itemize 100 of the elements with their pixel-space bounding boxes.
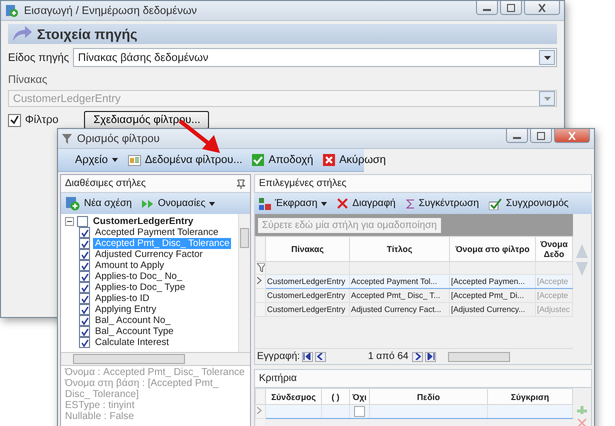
column-header[interactable]: Σύνδεσμος bbox=[266, 388, 322, 404]
checkbox[interactable] bbox=[79, 337, 90, 348]
column-header[interactable]: Όχι bbox=[350, 388, 370, 404]
table-cell: [Adjusted Currency... bbox=[450, 302, 536, 316]
table-cell: CustomerLedgerEntry bbox=[266, 288, 350, 302]
checkbox[interactable] bbox=[79, 326, 90, 337]
arrow-icon bbox=[11, 25, 33, 43]
caret-icon bbox=[544, 56, 550, 60]
collapse-toggle[interactable] bbox=[65, 217, 74, 226]
checkbox[interactable] bbox=[79, 271, 90, 282]
column-header[interactable]: Όνομα στο φίλτρο bbox=[450, 236, 536, 262]
app-icon bbox=[5, 4, 19, 18]
table-cell: Adjusted Currency Fact... bbox=[350, 302, 450, 316]
tree-item[interactable]: Applies-to Doc_ No_ bbox=[93, 271, 184, 282]
file-menu[interactable]: Αρχείο bbox=[72, 154, 121, 166]
field-label: Πίνακας bbox=[8, 74, 48, 86]
funnel-icon bbox=[62, 134, 72, 144]
checkbox[interactable] bbox=[79, 315, 90, 326]
tree-item[interactable]: Accepted Payment Tolerance bbox=[93, 227, 220, 238]
pin-icon[interactable] bbox=[236, 178, 246, 188]
blocks-icon bbox=[259, 198, 271, 210]
column-header[interactable]: Όνομα Δεδο bbox=[536, 236, 572, 262]
maximize-icon bbox=[536, 132, 546, 140]
next-record-button[interactable] bbox=[412, 352, 424, 362]
caret-icon bbox=[544, 96, 550, 100]
filter-checkbox[interactable] bbox=[8, 114, 21, 126]
tree-item[interactable]: CustomerLedgerEntry bbox=[91, 216, 196, 227]
delete-button[interactable]: Διαγραφή bbox=[334, 198, 399, 209]
info-text: Όνομα στη βάση : [Accepted Pmt_ Disc_ Tolerance] bbox=[65, 378, 220, 400]
table-cell: [Adjustec bbox=[536, 302, 572, 316]
table-row[interactable]: CustomerLedgerEntry Adjusted Currency Fact... [Adjusted Currency... [Adjustec bbox=[256, 302, 572, 316]
table-row[interactable]: CustomerLedgerEntry Accepted Pmt_ Disc_ T... [Accepted Pmt_ Di... [Accepte bbox=[256, 288, 572, 302]
checked-box-icon bbox=[488, 198, 502, 210]
maximize-button[interactable] bbox=[530, 129, 552, 143]
not-checkbox[interactable] bbox=[354, 406, 365, 417]
horizontal-scrollbar[interactable] bbox=[61, 353, 250, 365]
column-header[interactable]: Τίτλος bbox=[350, 236, 450, 262]
checkbox[interactable] bbox=[79, 282, 90, 293]
last-record-button[interactable] bbox=[425, 352, 436, 362]
close-button[interactable] bbox=[524, 1, 560, 15]
checkbox-label: Φίλτρο bbox=[25, 114, 58, 126]
close-icon bbox=[323, 154, 336, 166]
column-header[interactable]: Σύγκριση bbox=[488, 388, 572, 404]
caret-icon bbox=[209, 202, 216, 206]
column-header[interactable]: Πίνακας bbox=[266, 236, 350, 262]
first-record-button[interactable] bbox=[302, 352, 313, 362]
previous-icon bbox=[317, 353, 324, 360]
previous-record-button[interactable] bbox=[314, 352, 326, 362]
tree-item[interactable]: Bal_ Account No_ bbox=[93, 315, 173, 326]
minus-icon bbox=[66, 218, 73, 225]
funnel-icon bbox=[257, 262, 264, 272]
caret-icon bbox=[112, 158, 118, 162]
checkbox[interactable] bbox=[79, 293, 90, 304]
info-text: ESType : tinyint bbox=[65, 400, 136, 411]
checkbox[interactable] bbox=[79, 227, 90, 238]
checkbox[interactable] bbox=[79, 260, 90, 271]
panel-title: Κριτήρια bbox=[259, 373, 297, 384]
checkbox[interactable] bbox=[79, 238, 90, 249]
vertical-scrollbar[interactable] bbox=[238, 214, 250, 352]
check-icon bbox=[252, 154, 264, 166]
sigma-icon bbox=[406, 198, 415, 208]
navigator-label: Εγγραφή: bbox=[257, 351, 300, 362]
cancel-button[interactable]: Ακύρωση bbox=[320, 154, 389, 166]
new-relation-button[interactable]: Νέα σχέση bbox=[63, 196, 135, 210]
checkbox[interactable] bbox=[79, 249, 90, 260]
close-button[interactable] bbox=[554, 129, 590, 143]
table-cell: Accepted Payment Tol... bbox=[350, 274, 450, 288]
tree-item[interactable]: Calculate Interest bbox=[93, 337, 171, 348]
panel-title: Επιλεγμένες στήλες bbox=[259, 178, 346, 189]
first-icon bbox=[303, 353, 312, 360]
caret-icon bbox=[321, 202, 328, 206]
table-cell: CustomerLedgerEntry bbox=[266, 302, 350, 316]
column-header[interactable]: Πεδίο bbox=[370, 388, 488, 404]
table-cell: [Accepted Pmt_ Di... bbox=[450, 288, 536, 302]
source-type-dropdown[interactable]: Πίνακας βάσης δεδομένων bbox=[73, 48, 557, 67]
aggregate-button[interactable]: Συγκέντρωση bbox=[402, 198, 482, 209]
check-icon bbox=[10, 116, 19, 124]
tree-item[interactable]: Adjusted Currency Factor bbox=[93, 249, 205, 260]
tree-item[interactable]: Applies-to ID bbox=[93, 293, 152, 304]
sync-button[interactable]: Συγχρονισμός bbox=[486, 198, 572, 210]
checkbox[interactable] bbox=[77, 216, 88, 227]
tree-item[interactable]: Applying Entry bbox=[93, 304, 158, 315]
accept-button[interactable]: Αποδοχή bbox=[249, 154, 316, 166]
filter-design-button[interactable]: Σχεδιασμός φίλτρου... bbox=[84, 111, 210, 129]
table-row[interactable]: CustomerLedgerEntry Accepted Payment Tol... [Accepted Paymen... [Accepte bbox=[256, 274, 572, 288]
tree-item[interactable]: Applies-to Doc_ Type bbox=[93, 282, 188, 293]
column-header[interactable]: ( ) bbox=[322, 388, 350, 404]
minimize-button[interactable] bbox=[506, 129, 528, 143]
minimize-button[interactable] bbox=[476, 1, 498, 15]
panel-title: Διαθέσιμες στήλες bbox=[65, 178, 146, 189]
checkbox[interactable] bbox=[79, 304, 90, 315]
tree-item[interactable]: Bal_ Account Type bbox=[93, 326, 176, 337]
section-title: Στοιχεία πηγής bbox=[37, 26, 138, 42]
names-button[interactable]: Ονομασίες bbox=[138, 198, 218, 209]
close-icon bbox=[537, 4, 547, 12]
maximize-button[interactable] bbox=[500, 1, 522, 15]
tree-item[interactable]: Amount to Apply bbox=[93, 260, 166, 271]
table-cell: [Accepte bbox=[536, 274, 572, 288]
expression-button[interactable]: Έκφραση bbox=[256, 198, 330, 210]
filter-data-button[interactable]: Δεδομένα φίλτρου... bbox=[124, 154, 246, 166]
